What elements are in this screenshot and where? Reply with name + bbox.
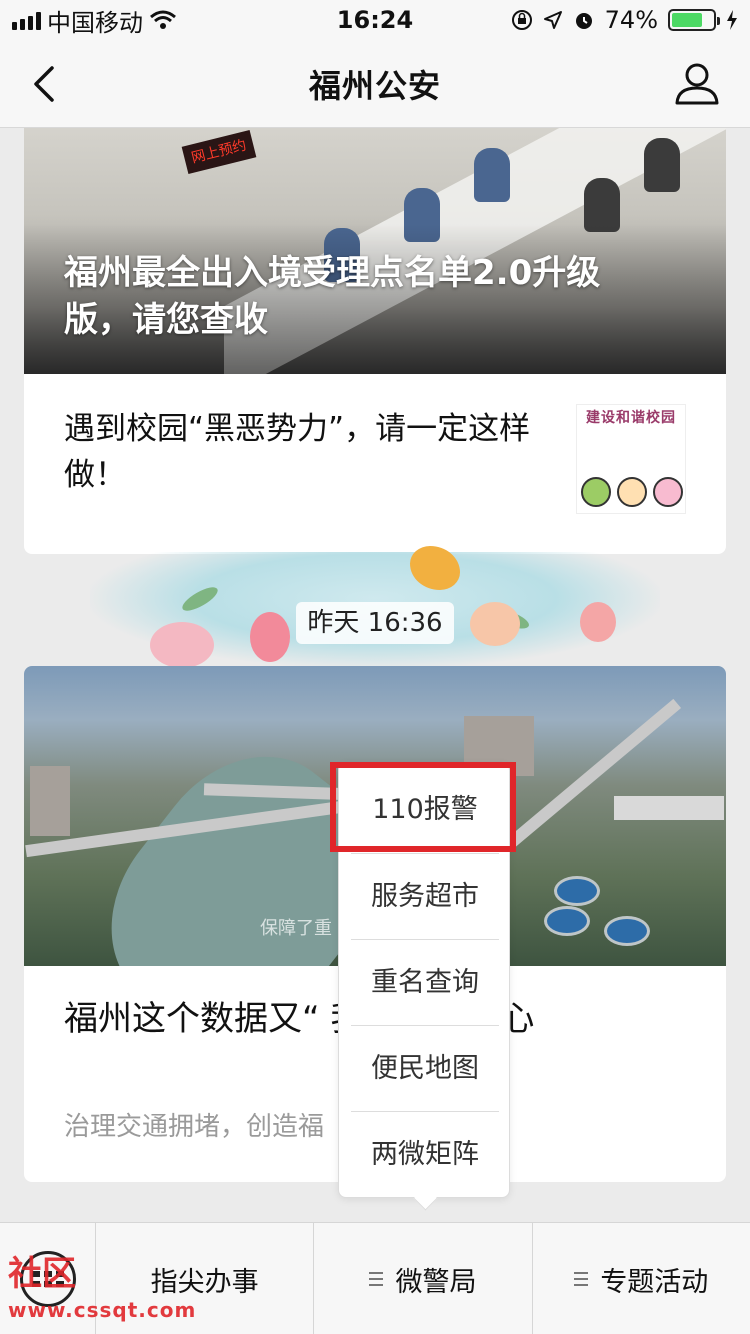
flower-shape	[150, 622, 214, 668]
flower-shape	[580, 602, 616, 642]
building-shape	[614, 796, 724, 820]
thumbnail-caption: 建设和谐校园	[586, 410, 676, 426]
date-divider: 昨天 16:36	[296, 602, 454, 644]
article-thumbnail[interactable]: 建设和谐校园	[576, 404, 686, 514]
rotation-lock-icon	[511, 10, 532, 30]
charging-icon	[727, 10, 737, 30]
leaf-shape	[179, 582, 221, 616]
butterfly-shape	[410, 546, 460, 590]
article-card-1[interactable]: 网上预约 福州最全出入境受理点名单2.0升级版，请您查收 遇到校园“黑恶势力”，…	[24, 128, 726, 554]
watermark-text: 社区	[8, 1254, 76, 1294]
cartoon-figure	[617, 477, 647, 507]
visitor-figure	[644, 138, 680, 192]
watermark: 社区 www.cssqt.com	[8, 1256, 228, 1328]
article-hero-image[interactable]: 网上预约 福州最全出入境受理点名单2.0升级版，请您查收	[24, 128, 726, 374]
page-title: 福州公安	[308, 66, 441, 105]
flower-shape	[470, 602, 520, 646]
location-icon	[543, 11, 562, 29]
flower-shape	[250, 612, 290, 662]
submenu-item-name-query[interactable]: 重名查询	[351, 939, 499, 1025]
submenu-popup: 110报警 服务超市 重名查询 便民地图 两微矩阵	[338, 762, 510, 1198]
menu-tab-topics[interactable]: 专题活动	[533, 1223, 750, 1334]
pool-shape	[544, 906, 590, 936]
signal-icon	[12, 10, 41, 30]
menu-lines-icon	[369, 1272, 384, 1286]
submenu-item-110-alarm[interactable]: 110报警	[351, 767, 499, 853]
carrier-label: 中国移动	[47, 8, 143, 37]
nav-bar: 福州公安	[0, 40, 750, 128]
pool-shape	[554, 876, 600, 906]
battery-percent: 74%	[604, 6, 658, 34]
alarm-icon	[575, 13, 592, 29]
building-shape	[30, 766, 70, 836]
battery-icon	[668, 9, 720, 31]
cartoon-figure	[653, 477, 683, 507]
article-item-title[interactable]: 遇到校园“黑恶势力”，请一定这样做！	[64, 406, 544, 498]
pool-shape	[604, 916, 650, 946]
submenu-item-service-map[interactable]: 便民地图	[351, 1025, 499, 1111]
article-list-item[interactable]: 遇到校园“黑恶势力”，请一定这样做！ 建设和谐校园	[24, 374, 726, 554]
battery-fill	[672, 13, 702, 27]
status-right: 74%	[511, 6, 750, 34]
status-bar: 中国移动 16:24 74%	[0, 0, 750, 40]
back-arrow-icon[interactable]	[24, 62, 68, 106]
wifi-icon	[150, 10, 176, 29]
menu-tab-label: 专题活动	[600, 1266, 709, 1298]
staff-figure	[474, 148, 510, 202]
submenu-item-service-market[interactable]: 服务超市	[351, 853, 499, 939]
menu-tab-label: 微警局	[395, 1266, 477, 1298]
menu-tab-micro-police[interactable]: 微警局	[314, 1223, 533, 1334]
menu-lines-icon	[574, 1272, 589, 1286]
cartoon-figure	[581, 477, 611, 507]
watermark-url: www.cssqt.com	[8, 1298, 197, 1322]
image-caption: 保障了重	[260, 918, 332, 939]
headline-title[interactable]: 福州最全出入境受理点名单2.0升级版，请您查收	[64, 250, 664, 344]
profile-icon[interactable]	[674, 60, 720, 106]
service-sign: 网上预约	[181, 129, 257, 175]
status-left: 中国移动	[0, 3, 177, 38]
submenu-item-media-matrix[interactable]: 两微矩阵	[351, 1111, 499, 1197]
